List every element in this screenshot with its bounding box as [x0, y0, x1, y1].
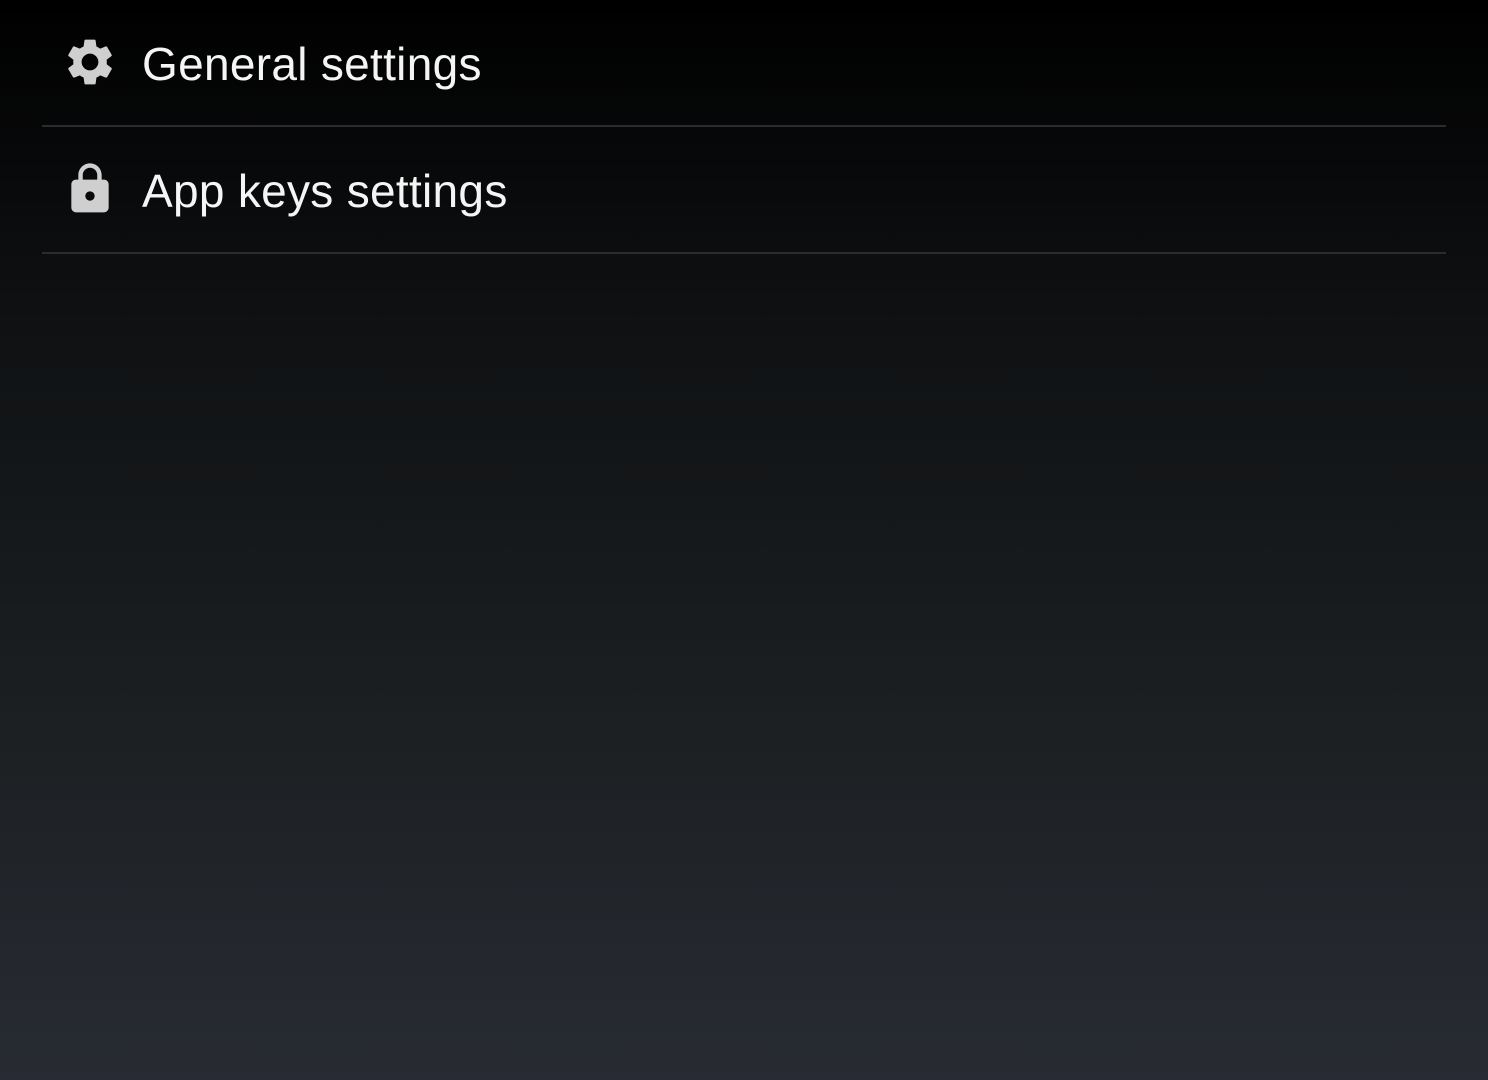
- general-settings-label: General settings: [142, 38, 482, 90]
- general-settings-item[interactable]: General settings: [42, 0, 1446, 127]
- settings-list: General settings App keys settings: [42, 0, 1446, 254]
- gear-icon: [62, 33, 118, 91]
- app-keys-settings-label: App keys settings: [142, 165, 508, 217]
- lock-icon: [62, 160, 118, 218]
- app-keys-settings-item[interactable]: App keys settings: [42, 127, 1446, 254]
